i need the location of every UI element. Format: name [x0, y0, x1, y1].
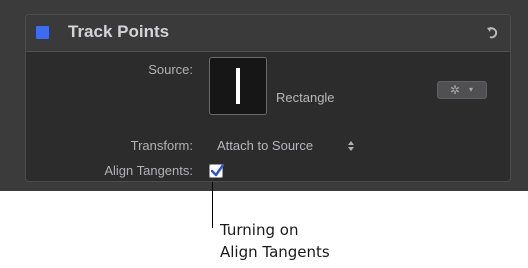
callout-line [212, 182, 213, 228]
panel-header: Track Points [26, 15, 510, 52]
source-value: Rectangle [276, 90, 335, 105]
panel-title: Track Points [68, 22, 170, 41]
source-thumbnail [236, 68, 240, 104]
action-menu-button[interactable]: ✲ ▾ [437, 81, 487, 99]
align-tangents-checkbox[interactable] [209, 163, 225, 178]
callout-text: Turning on Align Tangents [220, 219, 330, 263]
reset-arrow-icon[interactable] [484, 25, 500, 41]
callout-line-2: Align Tangents [220, 243, 330, 261]
source-label: Source: [148, 62, 193, 77]
chevron-down-icon: ▾ [469, 85, 474, 94]
track-points-panel: Track Points Source: Rectangle ✲ ▾ Trans… [25, 14, 511, 182]
stepper-arrows-icon[interactable] [347, 139, 355, 151]
transform-label: Transform: [130, 138, 193, 153]
checkmark-icon [210, 163, 225, 177]
align-tangents-label: Align Tangents: [104, 163, 193, 178]
gear-icon: ✲ [450, 83, 461, 97]
transform-value[interactable]: Attach to Source [217, 138, 313, 153]
enable-checkbox[interactable] [36, 26, 49, 39]
callout-line-1: Turning on [220, 221, 299, 239]
source-well[interactable] [209, 57, 267, 115]
inspector-frame: Track Points Source: Rectangle ✲ ▾ Trans… [0, 0, 528, 191]
